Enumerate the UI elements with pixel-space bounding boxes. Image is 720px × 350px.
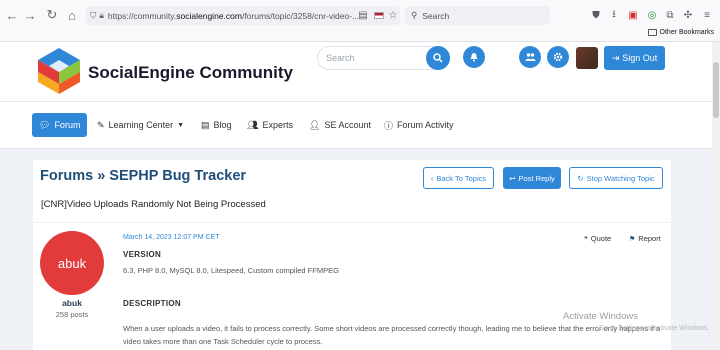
other-bookmarks[interactable]: Other Bookmarks [647,29,714,36]
settings-button[interactable] [547,46,569,68]
search-icon: ⚲ [411,10,418,20]
gear-icon [553,52,563,62]
address-bar[interactable]: ⛉ 🔒︎ https://community. socialengine.com /… [86,6,400,25]
nav-item-label: Experts [262,120,293,130]
reload-icon[interactable]: ↻ [42,5,62,25]
search-icon [433,53,443,63]
users-icon: 👥︎ [247,119,259,130]
report-button[interactable]: ⚑ Report [629,234,661,243]
nav-item-se-account[interactable]: 👤︎ SE Account [309,113,371,137]
nav-item-label: Blog [213,120,232,130]
bookmarks-bar: Other Bookmarks [0,29,720,42]
description-text: When a user uploads a video, it fails to… [123,324,661,346]
watch-label: Stop Watching Topic [586,173,655,183]
back-arrow-icon[interactable]: ← [2,5,22,25]
flag-icon [372,8,386,22]
report-label: Report [638,234,661,243]
extension-green-icon[interactable]: ◎ [645,8,659,22]
extensions-icon[interactable]: ✣ [681,8,695,22]
forum-breadcrumb[interactable]: Forums » SEPHP Bug Tracker [40,168,246,184]
lock-icon: 🔒︎ [99,10,104,20]
newspaper-icon: ▤ [201,119,210,130]
user-avatar[interactable] [576,47,598,69]
notifications-button[interactable] [463,46,485,68]
browser-toolbar: ← → ↻ ⌂ ⛉ 🔒︎ https://community. socialeng… [0,0,720,30]
extension-puzzle-icon[interactable]: ⧉ [663,8,677,22]
stop-watching-button[interactable]: ↻ Stop Watching Topic [569,167,663,189]
post-reply-button[interactable]: ↩ Post Reply [503,167,561,189]
home-icon[interactable]: ⌂ [62,5,82,25]
flag-icon: ⚑ [629,235,636,243]
author-avatar[interactable]: abuk [40,231,104,295]
quote-button[interactable]: ❝ Quote [584,234,611,243]
site-header: SocialEngine Community Search ⇥ Sign Out [0,42,712,102]
site-title[interactable]: SocialEngine Community [88,63,293,83]
folder-icon [647,29,657,36]
version-text: 6.3, PHP 8.0, MySQL 8.0, Litespeed, Cust… [123,266,339,275]
reader-icon[interactable]: ▤ [356,8,370,22]
divider [33,222,671,223]
caret-down-icon: ▼ [177,121,185,129]
chevron-left-icon: ‹ [430,173,434,183]
refresh-icon: ↻ [577,173,584,183]
sign-out-label: Sign Out [622,53,658,63]
back-to-topics-button[interactable]: ‹ Back To Topics [423,167,494,189]
forward-arrow-icon[interactable]: → [20,5,40,25]
bell-icon [470,53,478,62]
reply-icon: ↩ [509,173,516,183]
nav-item-experts[interactable]: 👥︎ Experts [247,113,293,137]
quote-icon: ❝ [584,235,588,243]
sign-out-button[interactable]: ⇥ Sign Out [604,46,665,70]
socialengine-logo-icon[interactable] [36,46,82,96]
browser-search-placeholder: Search [422,10,450,21]
browser-search-field[interactable]: ⚲ Search [405,6,550,25]
shield-icon: ⛉ [90,10,97,20]
scrollbar-thumb[interactable] [713,62,719,118]
url-domain: socialengine.com [176,10,242,21]
site-search-button[interactable] [426,46,450,70]
url-prefix: https://community. [107,10,177,21]
other-bookmarks-label: Other Bookmarks [659,29,714,36]
friends-button[interactable] [519,46,541,68]
nav-item-learning-center[interactable]: ✎ Learning Center ▼ [97,113,184,137]
reply-label: Post Reply [518,173,555,183]
sign-out-icon: ⇥ [611,52,620,63]
nav-item-blog[interactable]: ▤ Blog [201,113,232,137]
description-heading: DESCRIPTION [123,299,181,308]
quote-label: Quote [590,234,612,243]
comments-icon: 💬︎ [39,119,51,130]
users-icon [525,53,535,61]
site-search-placeholder: Search [326,53,355,63]
version-heading: VERSION [123,250,162,259]
nav-item-label: Forum [54,120,81,130]
author-name[interactable]: abuk [33,298,111,308]
user-secret-icon: 👤︎ [309,119,321,130]
activate-windows-subtitle: Go to Settings to activate Windows. [599,325,710,332]
download-icon[interactable]: ⭳ [607,8,621,22]
nav-item-label: Forum Activity [397,120,454,130]
author-post-count: 258 posts [55,310,89,319]
nav-item-label: Learning Center [108,120,174,130]
post-date[interactable]: March 14, 2023 12:07 PM CET [123,234,220,241]
star-icon[interactable]: ☆ [386,8,400,22]
info-icon: ⓘ [384,120,394,131]
main-nav: 💬︎ Forum ✎ Learning Center ▼ ▤ Blog 👥︎ E… [0,102,712,149]
extension-red-icon[interactable]: ▣ [626,8,640,22]
pencil-icon: ✎ [97,119,105,130]
menu-icon[interactable]: ≡ [700,8,714,22]
topic-title: [CNR]Video Uploads Randomly Not Being Pr… [41,199,266,210]
nav-item-label: SE Account [324,120,371,130]
activate-windows-title: Activate Windows [563,311,638,322]
back-label: Back To Topics [436,173,487,183]
nav-item-forum-activity[interactable]: ⓘ Forum Activity [384,113,454,137]
avatar-text: abuk [57,255,87,271]
nav-item-forum[interactable]: 💬︎ Forum [32,113,88,137]
url-suffix: /forums/topic/3258/cnr-video-... [241,10,360,21]
pocket-icon[interactable]: ⛊ [589,8,603,22]
